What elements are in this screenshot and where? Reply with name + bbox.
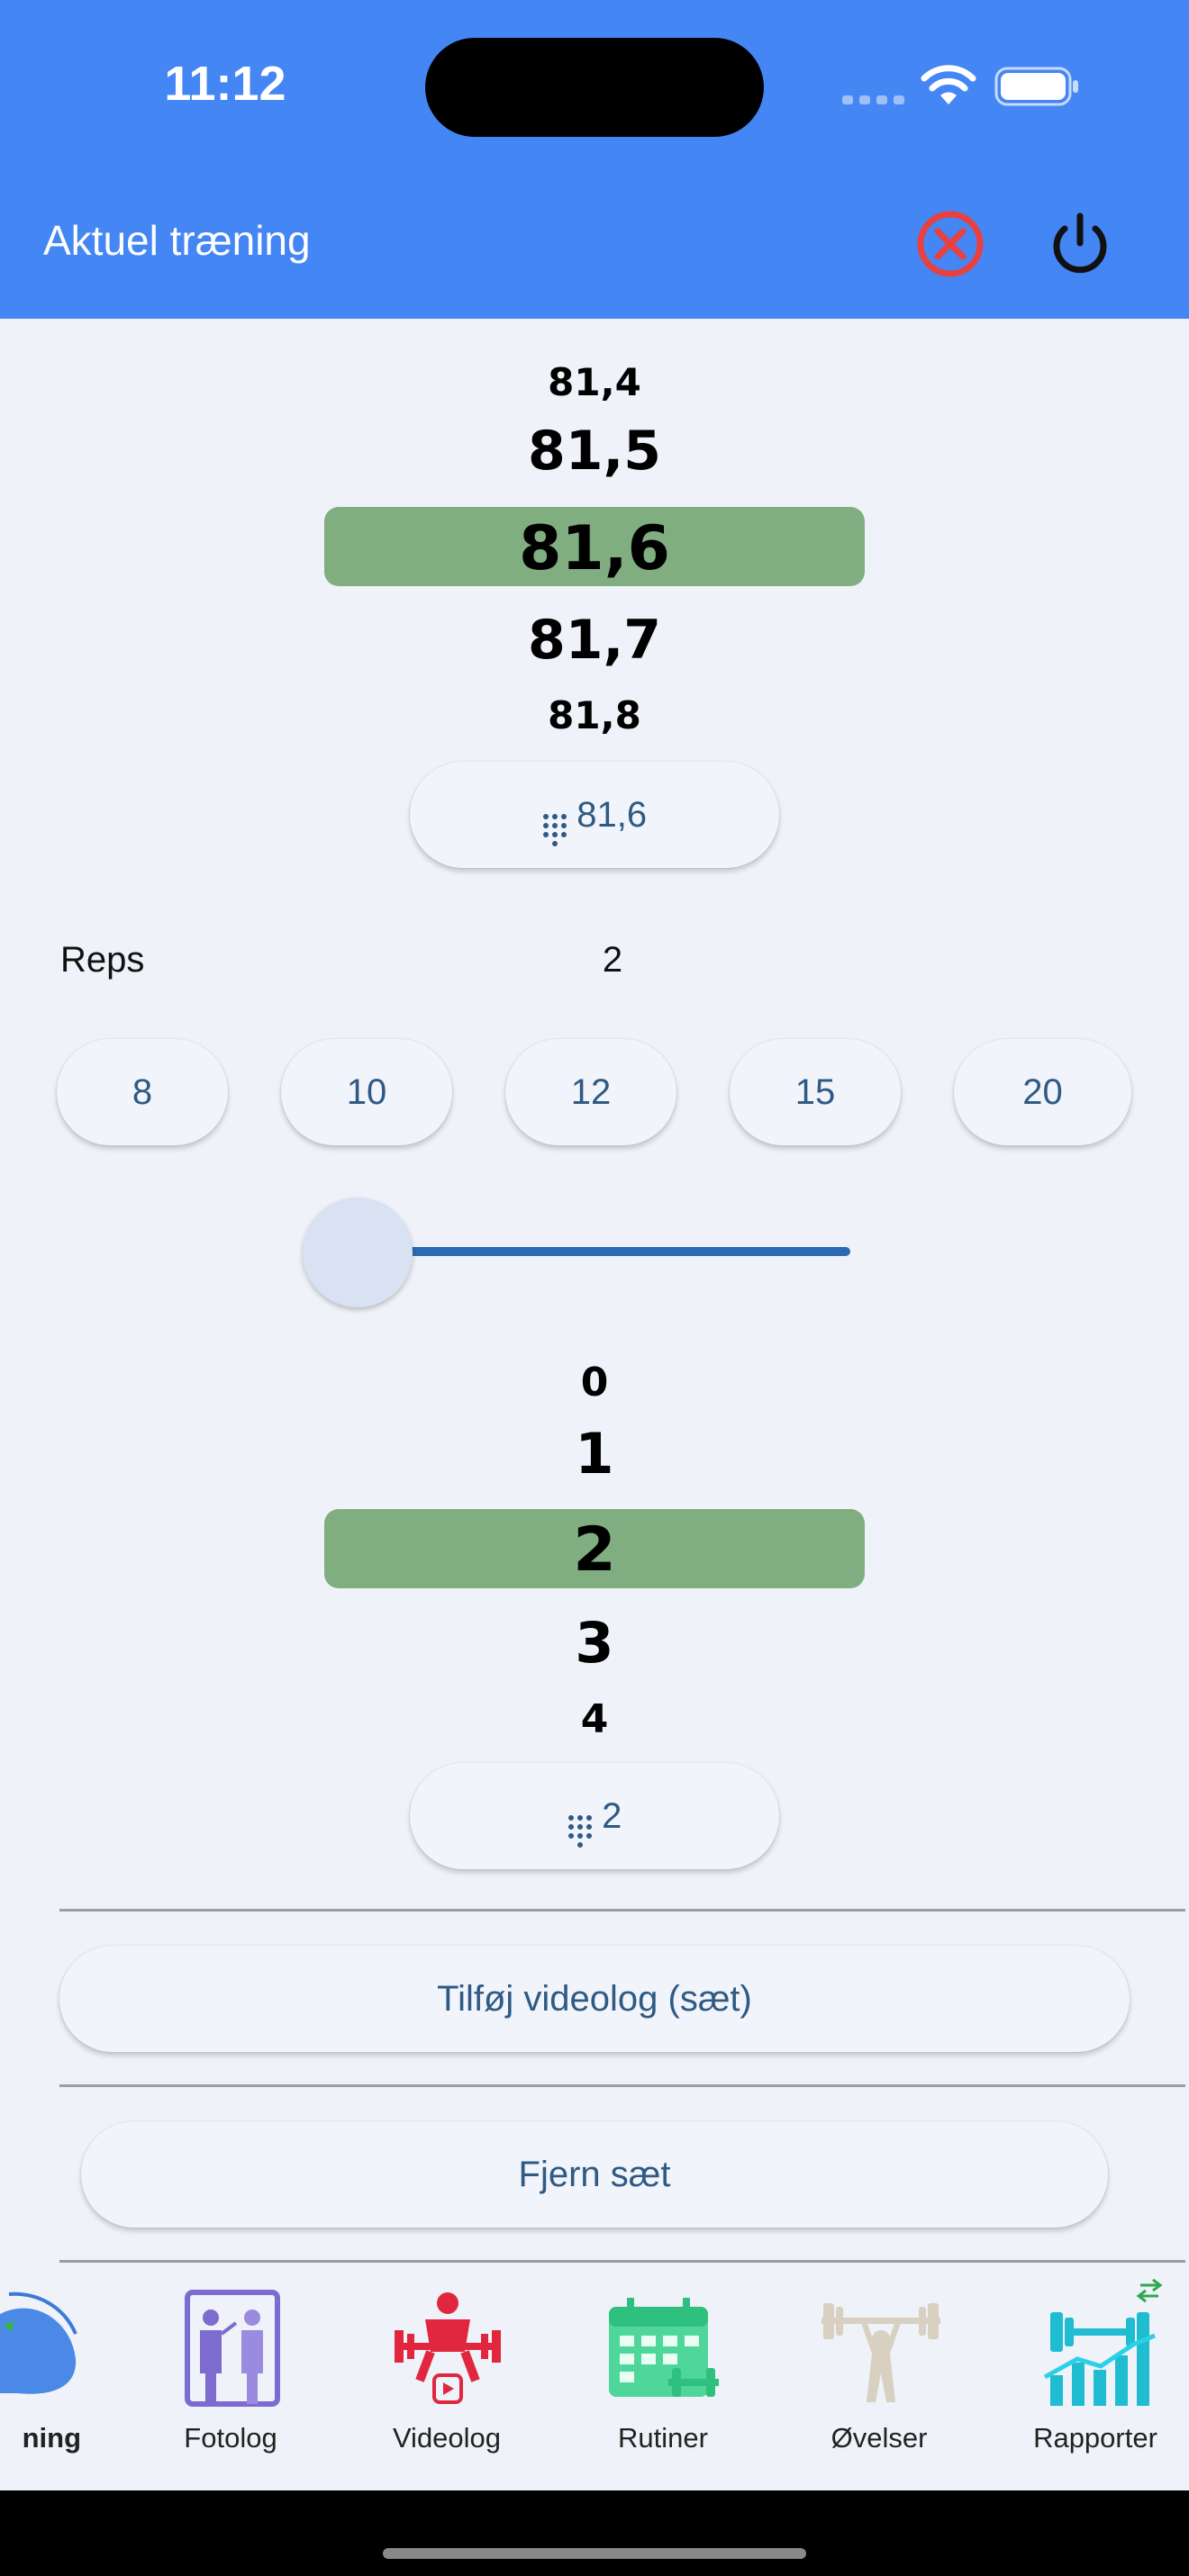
keypad-icon — [542, 813, 567, 852]
photo-mirror-icon — [180, 2287, 285, 2414]
reps-keypad-button[interactable]: 2 — [410, 1763, 779, 1869]
battery-icon — [994, 67, 1081, 111]
home-indicator[interactable] — [383, 2548, 806, 2559]
signal-icon — [842, 94, 905, 111]
weight-picker-option[interactable]: 81,8 — [0, 693, 1189, 737]
weight-picker-option[interactable]: 81,4 — [0, 360, 1189, 404]
weight-picker-option[interactable]: 81,7 — [0, 609, 1189, 672]
nav-item-ovelser[interactable]: Øvelser — [789, 2287, 969, 2467]
nav-item-rapporter[interactable]: Rapporter — [1005, 2278, 1185, 2467]
home-indicator-area — [0, 2490, 1189, 2576]
reps-value: 2 — [602, 940, 623, 980]
nav-label: Øvelser — [830, 2422, 928, 2454]
reps-picker-option[interactable]: 3 — [0, 1610, 1189, 1676]
divider — [59, 1909, 1185, 1912]
calendar-dumbbell-icon — [605, 2296, 722, 2414]
nav-item-videolog[interactable]: Videolog — [357, 2287, 537, 2467]
weight-picker-option[interactable]: 81,5 — [0, 420, 1189, 483]
reps-picker-option[interactable]: 1 — [0, 1421, 1189, 1487]
nav-item-fotolog[interactable]: Fotolog — [141, 2287, 321, 2467]
wifi-icon — [921, 63, 976, 111]
divider — [59, 2260, 1185, 2263]
reps-picker-selected[interactable]: 2 — [0, 1514, 1189, 1586]
keypad-icon — [567, 1814, 593, 1853]
reps-picker-option[interactable]: 0 — [0, 1360, 1189, 1406]
reps-preset-button[interactable]: 15 — [730, 1039, 901, 1145]
muscle-icon — [0, 2287, 90, 2409]
reps-preset-button[interactable]: 12 — [505, 1039, 676, 1145]
add-videolog-button[interactable]: Tilføj videolog (sæt) — [59, 1946, 1130, 2052]
close-icon[interactable] — [915, 209, 985, 279]
nav-item-traening[interactable]: ning — [0, 2287, 135, 2467]
reps-keypad-label: 2 — [602, 1796, 622, 1836]
weightlifter-video-icon — [389, 2287, 506, 2414]
nav-label: Rapporter — [1033, 2422, 1157, 2454]
nav-label: ning — [22, 2422, 81, 2454]
nav-label: Videolog — [392, 2422, 502, 2454]
status-time: 11:12 — [164, 57, 286, 111]
barbell-lifter-icon — [816, 2291, 946, 2412]
reps-slider-thumb[interactable] — [303, 1198, 413, 1307]
weight-picker-selected[interactable]: 81,6 — [0, 513, 1189, 584]
weight-keypad-button[interactable]: 81,6 — [410, 762, 779, 868]
reps-preset-button[interactable]: 20 — [954, 1039, 1131, 1145]
reps-preset-button[interactable]: 8 — [57, 1039, 228, 1145]
weight-keypad-label: 81,6 — [576, 795, 648, 835]
page-title: Aktuel træning — [43, 217, 311, 264]
dynamic-island — [425, 38, 764, 137]
chart-dumbbell-icon — [1032, 2276, 1167, 2416]
power-icon[interactable] — [1045, 209, 1115, 279]
remove-set-button[interactable]: Fjern sæt — [81, 2121, 1108, 2228]
reps-slider-track[interactable] — [357, 1247, 850, 1256]
nav-label: Fotolog — [184, 2422, 277, 2454]
reps-preset-button[interactable]: 10 — [281, 1039, 452, 1145]
reps-label: Reps — [60, 940, 145, 980]
reps-picker-option[interactable]: 4 — [0, 1696, 1189, 1732]
nav-label: Rutiner — [618, 2422, 708, 2454]
divider — [59, 2084, 1185, 2087]
nav-item-rutiner[interactable]: Rutiner — [573, 2287, 753, 2467]
